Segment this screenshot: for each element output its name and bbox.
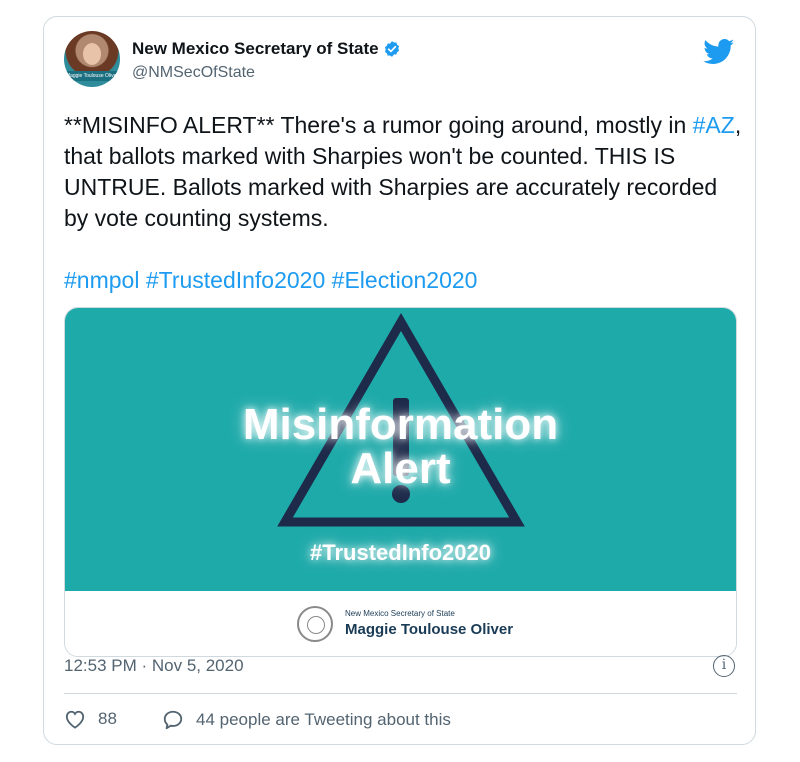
hashtag-election-link[interactable]: #Election2020: [332, 267, 478, 293]
like-count: 88: [98, 709, 117, 728]
media-title-line2: Alert: [350, 444, 451, 493]
tweet-timestamp[interactable]: 12:53 PM · Nov 5, 2020: [64, 656, 244, 676]
official-name: Maggie Toulouse Oliver: [345, 621, 514, 638]
state-seal-icon: [297, 606, 333, 642]
misinformation-banner: Misinformation Alert #TrustedInfo2020: [65, 308, 736, 591]
tweet-card: Maggie Toulouse Oliver New Mexico Secret…: [43, 16, 756, 745]
office-label: New Mexico Secretary of State: [345, 609, 455, 618]
heart-icon: [65, 710, 85, 729]
avatar-caption: Maggie Toulouse Oliver: [64, 71, 120, 81]
media-footer: New Mexico Secretary of State Maggie Tou…: [65, 591, 736, 656]
tweet-text-main: **MISINFO ALERT** There's a rumor going …: [64, 112, 693, 138]
divider: [64, 693, 737, 694]
info-icon[interactable]: i: [713, 655, 735, 677]
speech-bubble-icon: [163, 710, 183, 730]
hashtag-az-link[interactable]: #AZ: [693, 112, 735, 138]
author-display-name[interactable]: New Mexico Secretary of State: [132, 39, 379, 59]
conversation-button[interactable]: 44 people are Tweeting about this: [162, 709, 451, 731]
author-handle[interactable]: @NMSecOfState: [132, 64, 255, 82]
media-title-line1: Misinformation: [242, 400, 559, 449]
media-image[interactable]: Misinformation Alert #TrustedInfo2020 Ne…: [64, 307, 737, 657]
avatar-face: [83, 43, 101, 65]
like-button[interactable]: 88: [64, 709, 117, 729]
tweet-text: **MISINFO ALERT** There's a rumor going …: [64, 110, 744, 296]
media-hashtag: #TrustedInfo2020: [310, 540, 491, 565]
author-name-row[interactable]: New Mexico Secretary of State: [132, 39, 401, 59]
twitter-bird-icon[interactable]: [703, 39, 735, 65]
verified-badge-icon: [384, 41, 399, 57]
conversation-label: 44 people are Tweeting about this: [196, 710, 451, 729]
avatar[interactable]: Maggie Toulouse Oliver: [64, 31, 120, 87]
hashtag-nmpol-link[interactable]: #nmpol: [64, 267, 139, 293]
hashtag-trustedinfo-link[interactable]: #TrustedInfo2020: [146, 267, 325, 293]
